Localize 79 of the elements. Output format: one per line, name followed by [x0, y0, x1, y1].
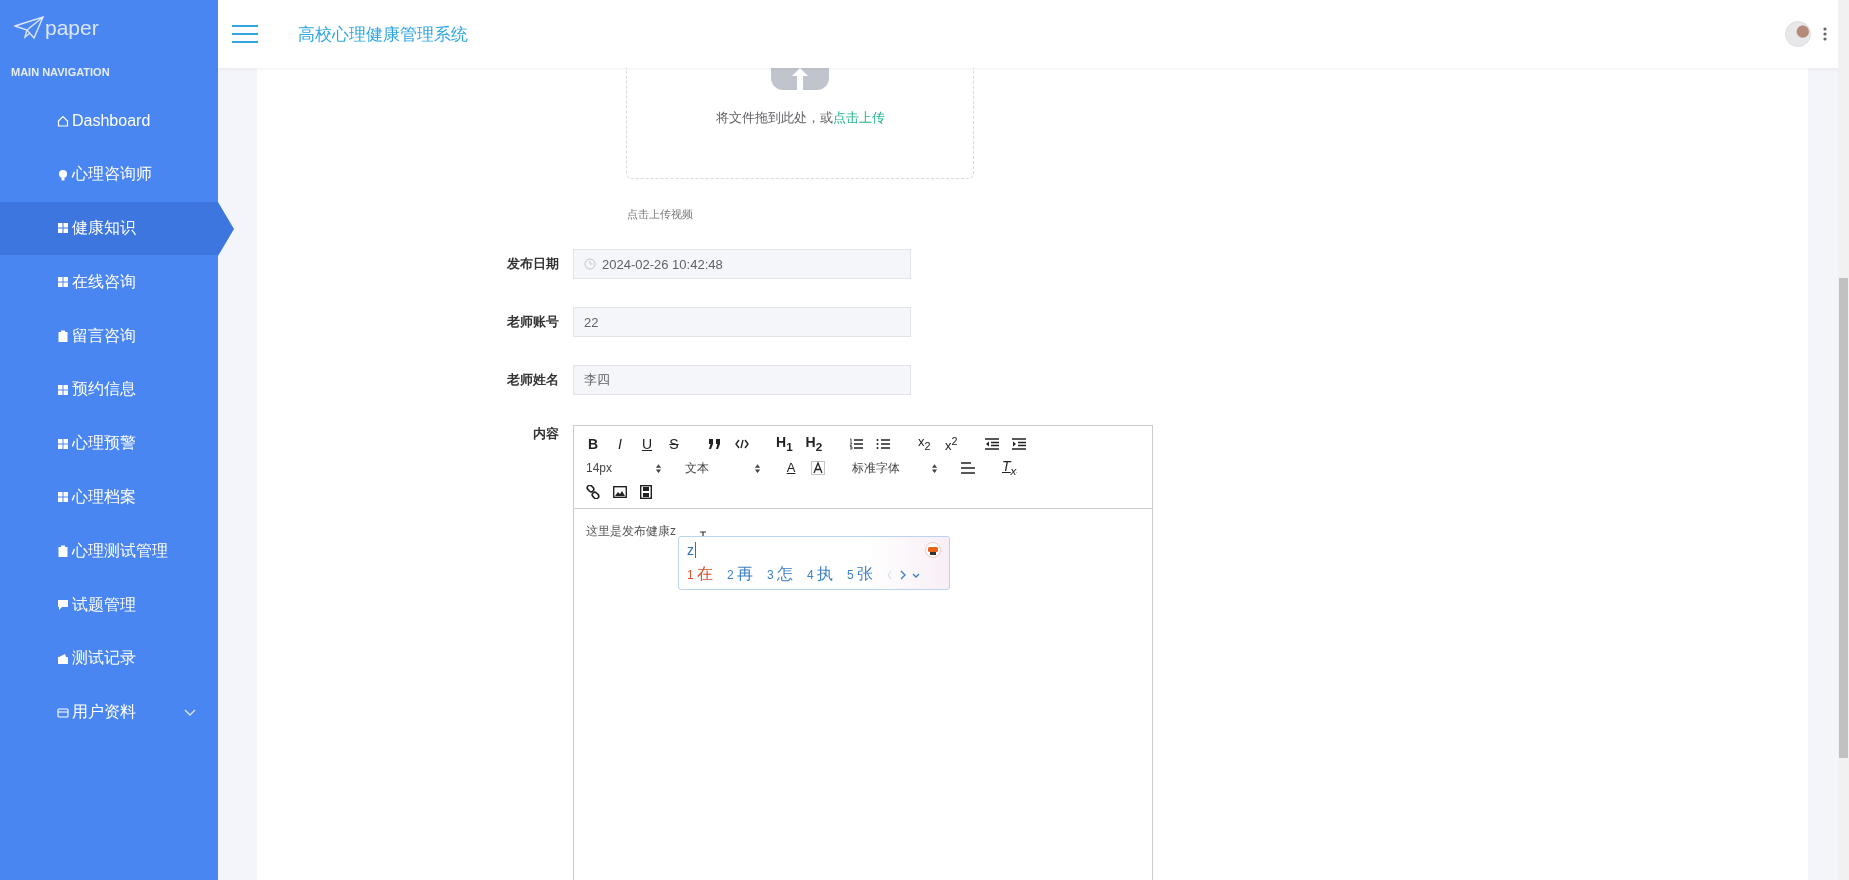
ime-logo-icon [925, 542, 941, 558]
code-icon[interactable] [735, 439, 749, 449]
sidebar-item[interactable]: 心理咨询师 [0, 147, 218, 202]
link-icon[interactable] [586, 485, 600, 499]
sort-arrows-icon [655, 462, 662, 474]
toolbar-select[interactable]: 14px [586, 461, 672, 475]
format-button[interactable]: U [640, 435, 654, 453]
toolbar-select[interactable]: 文本 [685, 459, 771, 477]
section-title: MAIN NAVIGATION [10, 65, 111, 80]
sidebar-item[interactable]: 留言咨询 [0, 309, 218, 363]
chat-icon [57, 599, 69, 612]
sidebar-item[interactable]: 试题管理 [0, 578, 218, 632]
grid-icon [57, 491, 69, 504]
sidebar-item[interactable]: 心理预警 [0, 416, 218, 471]
field-label: 老师账号 [506, 313, 560, 331]
chevron-down-icon [184, 708, 196, 717]
heading-button[interactable]: H$_{2}$ [805, 432, 823, 456]
background-color-icon[interactable] [811, 461, 825, 475]
menu-icon[interactable] [232, 25, 258, 43]
grid-icon [57, 437, 69, 450]
ime-candidate[interactable]: 5 张 [847, 564, 874, 585]
grid-icon [57, 276, 69, 289]
date-field[interactable]: 2024-02-26 10:42:48 [573, 249, 911, 279]
ime-candidate[interactable]: 3 怎 [767, 564, 794, 585]
clipboard-icon [57, 330, 69, 343]
clock-icon [584, 258, 596, 270]
card-icon [57, 706, 69, 719]
upload-tip: 点击上传视频 [627, 207, 694, 222]
numbered-list-icon[interactable] [849, 438, 864, 450]
align-left-icon[interactable] [961, 462, 975, 474]
sidebar-item[interactable]: 预约信息 [0, 363, 218, 417]
field-label: 老师姓名 [506, 371, 560, 389]
app-title: 高校心理健康管理系统 [298, 23, 468, 46]
font-color-button[interactable]: A [784, 459, 798, 477]
wallet-icon [57, 652, 69, 665]
quote-icon[interactable] [708, 439, 722, 449]
format-button[interactable]: I [613, 435, 627, 453]
format-button[interactable]: B [586, 435, 600, 453]
indent-icon[interactable] [1012, 438, 1027, 450]
bullet-list-icon[interactable] [876, 438, 891, 450]
field-label: 发布日期 [506, 255, 560, 273]
upload-link[interactable]: 点击上传 [832, 111, 885, 125]
sidebar-item[interactable]: 心理测试管理 [0, 524, 218, 579]
sidebar-item[interactable]: 用户资料 [0, 685, 218, 740]
sort-arrows-icon [754, 462, 761, 474]
format-button[interactable]: S [667, 435, 681, 453]
paper-plane-icon [14, 16, 44, 40]
text-field[interactable]: 李四 [573, 365, 911, 395]
script-button[interactable]: x$^{2}$ [944, 432, 959, 456]
clear-format-button[interactable]: T$_{x}$ [1002, 456, 1017, 480]
script-button[interactable]: x$_{2}$ [917, 433, 932, 455]
scrollbar[interactable] [1838, 0, 1849, 880]
ime-candidate[interactable]: 4 执 [807, 564, 834, 585]
grid-icon [57, 222, 69, 235]
lightbulb-icon [57, 168, 69, 181]
grid-icon [57, 383, 69, 396]
sort-arrows-icon [931, 462, 938, 474]
toolbar-select[interactable]: 标准字体 [852, 459, 948, 477]
heading-button[interactable]: H$_{1}$ [776, 432, 793, 456]
editor-text: 这里是发布健康z [586, 524, 676, 538]
text-field[interactable]: 22 [573, 307, 911, 337]
upload-hint: 将文件拖到此处，或点击上传 [715, 110, 885, 127]
upload-dropzone[interactable]: 将文件拖到此处，或点击上传 [626, 68, 974, 179]
image-icon[interactable] [613, 486, 627, 498]
logo-text: paper [45, 16, 99, 40]
clipboard-check-icon [57, 545, 69, 558]
home-icon [57, 114, 69, 127]
ime-candidate[interactable]: 1 在 [687, 564, 713, 585]
sidebar-item[interactable]: 心理档案 [0, 470, 218, 525]
ime-candidate[interactable]: 2 再 [727, 564, 754, 585]
field-label: 内容 [532, 425, 560, 443]
more-vertical-icon[interactable] [1823, 27, 1827, 41]
sidebar-item[interactable]: Dashboard [0, 94, 218, 148]
avatar[interactable] [1785, 21, 1811, 47]
outdent-icon[interactable] [985, 438, 1000, 450]
selection-pointer [218, 201, 234, 256]
sidebar-item[interactable]: 测试记录 [0, 631, 218, 686]
sidebar-item[interactable]: 在线咨询 [0, 255, 218, 310]
video-icon[interactable] [640, 485, 652, 499]
